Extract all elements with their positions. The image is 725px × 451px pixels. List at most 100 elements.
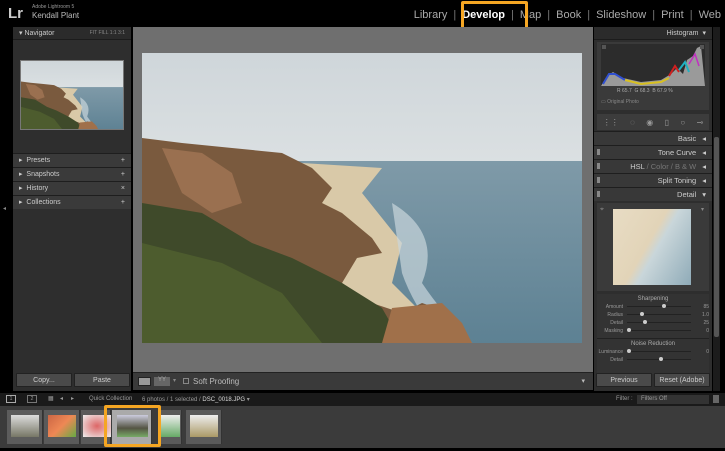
soft-proofing-checkbox[interactable] — [183, 378, 189, 384]
left-sections: ▸ Presets + ▸ Snapshots + ▸ History × ▸ Col… — [13, 153, 131, 209]
detail-controls: Sharpening Amount 85 Radius 1.0 Detail 25 Mask… — [597, 294, 709, 374]
split-toning-section[interactable]: Split Toning ◂ — [594, 173, 712, 187]
slider-knob[interactable] — [643, 320, 647, 324]
zoom-fill[interactable]: FILL — [98, 30, 108, 36]
sharpening-title: Sharpening — [637, 296, 669, 302]
hsl-section[interactable]: HSL / Color / B & W ◂ — [594, 159, 712, 173]
slider-value[interactable]: 0 — [691, 328, 709, 334]
forward-arrow-icon[interactable]: ▸ — [71, 395, 74, 402]
module-book[interactable]: Book — [556, 9, 581, 21]
slider-detail[interactable]: Detail 25 — [597, 319, 709, 326]
slider-track[interactable] — [627, 312, 691, 316]
slider-knob[interactable] — [659, 357, 663, 361]
detail-zoom-preview[interactable] — [613, 209, 691, 285]
slider-knob[interactable] — [662, 304, 667, 308]
crop-tool-icon[interactable]: ⋮⋮ — [603, 118, 619, 127]
adjustment-brush-icon[interactable]: ⊸ — [697, 118, 704, 127]
slider-label: Luminance — [598, 348, 623, 355]
radial-filter-icon[interactable]: ○ — [680, 118, 685, 127]
slider-label: Masking — [604, 327, 623, 334]
before-after-icon[interactable]: YY — [154, 377, 170, 386]
slider-track[interactable] — [627, 328, 691, 332]
selected-thumbnail-highlight — [104, 405, 161, 447]
red-eye-icon[interactable]: ◉ — [646, 118, 653, 127]
filter-select[interactable]: Filters Off — [637, 395, 709, 404]
primary-window-button[interactable]: 1 — [6, 395, 16, 403]
navigator-preview[interactable] — [20, 60, 124, 130]
collections-section[interactable]: ▸ Collections + — [13, 195, 131, 209]
slider-label: Detail — [610, 356, 623, 363]
detail-target-icon[interactable]: ⌖ — [600, 206, 604, 214]
module-web[interactable]: Web — [699, 9, 721, 21]
slider-detail[interactable]: Detail — [597, 356, 709, 363]
detail-section[interactable]: Detail ▾ — [594, 187, 712, 201]
before-after-dropdown-icon[interactable]: ▾ — [173, 377, 176, 384]
back-arrow-icon[interactable]: ◂ — [60, 395, 63, 402]
slider-amount[interactable]: Amount 85 — [597, 303, 709, 310]
soft-proofing-label: Soft Proofing — [193, 377, 240, 386]
noise-reduction-title: Noise Reduction — [597, 338, 709, 347]
module-print[interactable]: Print — [661, 9, 684, 21]
slider-luminance[interactable]: Luminance 0 — [597, 348, 709, 355]
previous-button[interactable]: Previous — [596, 373, 652, 387]
module-slideshow[interactable]: Slideshow — [596, 9, 646, 21]
navigator-header[interactable]: ▾ Navigator FIT FILL 1:1 3:1 — [13, 27, 131, 40]
histogram-header[interactable]: Histogram ▾ — [594, 27, 712, 40]
histogram-graph[interactable] — [601, 44, 705, 86]
graduated-filter-icon[interactable]: ▯ — [665, 118, 669, 127]
spot-removal-icon[interactable]: ◌ — [630, 118, 635, 127]
scrollbar-thumb[interactable] — [714, 137, 719, 337]
toolbar-menu-icon[interactable]: ▾ — [581, 377, 585, 385]
loupe-view-icon[interactable] — [138, 377, 151, 386]
slider-track[interactable] — [627, 320, 691, 324]
slider-track[interactable] — [627, 304, 691, 308]
highlight-clipping-icon — [700, 45, 704, 49]
detail-preview-box: ⌖ ▾ — [597, 203, 709, 291]
paste-button[interactable]: Paste — [74, 373, 130, 387]
secondary-window-button[interactable]: 2 — [27, 395, 37, 403]
module-library[interactable]: Library — [414, 9, 448, 21]
image-canvas — [133, 27, 593, 372]
grid-view-icon[interactable]: ▦ — [48, 395, 54, 402]
filter-lock-icon[interactable] — [713, 395, 719, 403]
history-section[interactable]: ▸ History × — [13, 181, 131, 195]
filmstrip-status[interactable]: 6 photos / 1 selected / DSC_0018.JPG ▾ — [142, 396, 250, 403]
top-bar: Lr Adobe Lightroom 5 Kendall Plant Libra… — [0, 0, 725, 34]
slider-value[interactable]: 25 — [691, 320, 709, 326]
right-sections: Basic ◂ Tone Curve ◂ HSL / Color / B & W ◂ … — [594, 131, 712, 201]
filmstrip-thumbnail[interactable] — [186, 410, 222, 444]
slider-label: Radius — [607, 311, 623, 318]
slider-value[interactable]: 85 — [691, 304, 709, 310]
slider-track[interactable] — [627, 349, 691, 353]
right-panel-scrollbar[interactable] — [713, 27, 720, 391]
histogram: R 65.7 G 68.3 B 67.9 % ▭ Original Photo — [597, 42, 709, 110]
slider-knob[interactable] — [627, 328, 631, 332]
zoom-fit[interactable]: FIT — [90, 30, 97, 36]
main-photo[interactable] — [142, 53, 582, 343]
reset-button[interactable]: Reset (Adobe) — [654, 373, 710, 387]
filmstrip-thumbnail[interactable] — [7, 410, 43, 444]
slider-value[interactable]: 1.0 — [691, 312, 709, 318]
zoom-3-1[interactable]: 3:1 — [118, 30, 125, 36]
left-panel-toggle-icon[interactable]: ◂ — [3, 205, 6, 212]
filmstrip-source[interactable]: Quick Collection — [89, 396, 132, 402]
zoom-1-1[interactable]: 1:1 — [110, 30, 117, 36]
slider-radius[interactable]: Radius 1.0 — [597, 311, 709, 318]
histogram-rgb-readout: R 65.7 G 68.3 B 67.9 % — [617, 88, 673, 94]
slider-masking[interactable]: Masking 0 — [597, 327, 709, 334]
snapshots-section[interactable]: ▸ Snapshots + — [13, 167, 131, 181]
slider-knob[interactable] — [627, 349, 631, 353]
copy-button[interactable]: Copy... — [16, 373, 72, 387]
slider-value[interactable]: 0 — [691, 349, 709, 355]
presets-section[interactable]: ▸ Presets + — [13, 153, 131, 167]
filmstrip-thumbnail[interactable] — [158, 410, 182, 444]
detail-preview-toggle-icon[interactable]: ▾ — [701, 206, 704, 213]
original-photo-label[interactable]: ▭ Original Photo — [601, 99, 639, 105]
slider-knob[interactable] — [639, 312, 644, 316]
basic-section[interactable]: Basic ◂ — [594, 131, 712, 145]
filmstrip-thumbnail[interactable] — [44, 410, 80, 444]
tone-curve-section[interactable]: Tone Curve ◂ — [594, 145, 712, 159]
slider-label: Detail — [610, 319, 623, 326]
slider-label: Amount — [605, 303, 623, 310]
slider-track[interactable] — [627, 357, 691, 361]
